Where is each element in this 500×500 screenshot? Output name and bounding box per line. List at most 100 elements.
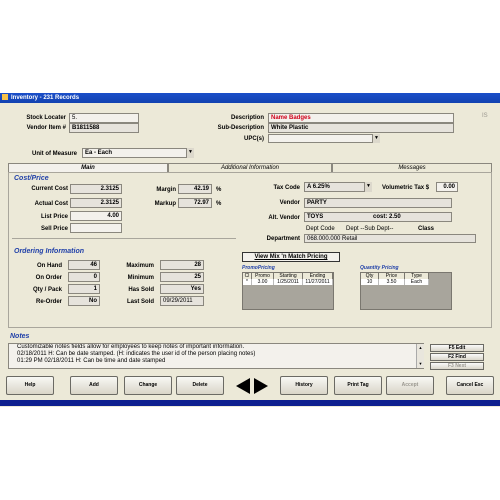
vendor-item-field[interactable]: B1811588 bbox=[69, 123, 139, 133]
volumetric-tax-field[interactable]: 0.00 bbox=[436, 182, 458, 192]
maximum-field[interactable]: 28 bbox=[160, 260, 204, 270]
next-record-arrow-icon[interactable] bbox=[254, 378, 268, 394]
promo-cell-starting: 1/25/2011 bbox=[274, 279, 303, 285]
qty-pack-label: Qty / Pack bbox=[32, 287, 62, 293]
bottom-band bbox=[0, 400, 500, 406]
list-price-label: List Price bbox=[40, 214, 68, 220]
alt-vendor-value: TOYS bbox=[307, 214, 324, 220]
list-price-field[interactable]: 4.00 bbox=[70, 211, 122, 221]
notes-title: Notes bbox=[10, 333, 30, 340]
sub-description-label: Sub-Description bbox=[217, 125, 264, 131]
delete-button[interactable]: Delete bbox=[176, 376, 224, 395]
qty-cell-type: Each bbox=[405, 279, 429, 285]
on-order-label: On Order bbox=[35, 275, 62, 281]
add-button[interactable]: Add bbox=[70, 376, 118, 395]
corner-mark: IS bbox=[482, 113, 488, 119]
navigation-arrows bbox=[236, 378, 268, 394]
department-field[interactable]: 068.000.000 Retail bbox=[304, 234, 476, 243]
app-icon bbox=[2, 94, 8, 100]
ordering-information-title: Ordering Information bbox=[14, 248, 84, 255]
margin-field[interactable]: 42.19 bbox=[178, 184, 212, 194]
promo-cell-promo: 3.00 bbox=[252, 279, 274, 285]
notes-scrollbar[interactable]: ▲ ▼ bbox=[416, 344, 424, 368]
notes-line-2: 02/18/2011 H: Can be date stamped. (H: i… bbox=[17, 351, 256, 357]
vendor-item-label: Vendor Item # bbox=[26, 125, 66, 131]
change-button[interactable]: Change bbox=[124, 376, 172, 395]
quantity-pricing-grid[interactable]: Qty Price Type 10 3.50 Each bbox=[360, 272, 452, 310]
alt-vendor-field[interactable]: TOYS cost: 2.50 bbox=[304, 212, 452, 222]
previous-record-arrow-icon[interactable] bbox=[236, 378, 250, 394]
has-sold-field[interactable]: Yes bbox=[160, 284, 204, 294]
unit-of-measure-select[interactable]: Ea - Each bbox=[82, 148, 194, 158]
title-bar: Inventory - 231 Records bbox=[0, 93, 500, 103]
history-button[interactable]: History bbox=[280, 376, 328, 395]
stock-locator-field[interactable]: 5. bbox=[69, 113, 139, 123]
has-sold-label: Has Sold bbox=[128, 287, 154, 293]
print-tag-button[interactable]: Print Tag bbox=[334, 376, 382, 395]
description-label: Description bbox=[230, 115, 264, 121]
tab-messages[interactable]: Messages bbox=[332, 163, 492, 172]
notes-textarea[interactable]: Customizable notes fields allow for empl… bbox=[8, 343, 424, 369]
description-field[interactable]: Name Badges bbox=[268, 113, 454, 123]
window-title: Inventory - 231 Records bbox=[11, 95, 80, 101]
promo-pricing-title: PromoPricing bbox=[242, 265, 275, 271]
notes-line-3: 01:29 PM 02/18/2011 H: Can be time and d… bbox=[17, 358, 166, 364]
tax-code-label: Tax Code bbox=[273, 185, 300, 191]
upc-label: UPC(s) bbox=[243, 136, 264, 142]
unit-of-measure-label: Unit of Measure bbox=[31, 151, 77, 157]
volumetric-tax-label: Volumetric Tax $ bbox=[382, 185, 430, 191]
cancel-esc-button[interactable]: Cancel Esc bbox=[446, 376, 494, 395]
upc-select[interactable] bbox=[268, 134, 380, 143]
on-hand-field[interactable]: 46 bbox=[68, 260, 100, 270]
alt-vendor-cost: cost: 2.50 bbox=[373, 214, 401, 220]
cost-divider bbox=[12, 238, 236, 239]
qty-pack-field[interactable]: 1 bbox=[68, 284, 100, 294]
current-cost-field[interactable]: 2.3125 bbox=[70, 184, 122, 194]
f5-edit-button[interactable]: F5 Edit bbox=[430, 344, 484, 352]
minimum-field[interactable]: 25 bbox=[160, 272, 204, 282]
reorder-label: Re-Order bbox=[35, 299, 62, 305]
markup-percent: % bbox=[216, 201, 222, 207]
alt-vendor-label: Alt. Vendor bbox=[268, 215, 300, 221]
actual-cost-label: Actual Cost bbox=[34, 201, 68, 207]
markup-label: Markup bbox=[154, 201, 176, 207]
tax-code-dropdown-arrow-icon[interactable]: ▼ bbox=[364, 182, 372, 192]
accept-button[interactable]: Accept bbox=[386, 376, 434, 395]
sub-description-field[interactable]: White Plastic bbox=[268, 123, 454, 133]
current-cost-label: Current Cost bbox=[31, 186, 68, 192]
reorder-field[interactable]: No bbox=[68, 296, 100, 306]
on-order-field[interactable]: 0 bbox=[68, 272, 100, 282]
vendor-label: Vendor bbox=[279, 200, 300, 206]
tab-additional-information[interactable]: Additional Information bbox=[168, 163, 332, 172]
vendor-field[interactable]: PARTY bbox=[304, 198, 452, 208]
notes-line-1: Customizable notes fields allow for empl… bbox=[17, 344, 245, 350]
promo-cell-cl: * bbox=[243, 279, 252, 285]
f2-find-button[interactable]: F2 Find bbox=[430, 353, 484, 361]
tax-code-select[interactable]: A 6.25% bbox=[304, 182, 372, 192]
class-header: Class bbox=[418, 226, 435, 232]
last-sold-field[interactable]: 09/29/2011 bbox=[160, 296, 204, 306]
f3-next-button[interactable]: F3 Next bbox=[430, 362, 484, 370]
maximum-label: Maximum bbox=[126, 263, 154, 269]
margin-percent: % bbox=[216, 187, 222, 193]
qty-cell-qty: 10 bbox=[361, 279, 379, 285]
promo-pricing-grid[interactable]: Cl Promo Starting Ending * 3.00 1/25/201… bbox=[242, 272, 334, 310]
last-sold-label: Last Sold bbox=[126, 299, 154, 305]
view-mix-match-button[interactable]: View Mix 'n Match Pricing bbox=[242, 252, 340, 262]
actual-cost-field[interactable]: 2.3125 bbox=[70, 198, 122, 208]
on-hand-label: On Hand bbox=[37, 263, 62, 269]
quantity-pricing-title: Quantity Pricing bbox=[360, 265, 399, 271]
markup-field[interactable]: 72.97 bbox=[178, 198, 212, 208]
dept-sub-header: Dept --Sub Dept-- bbox=[346, 226, 394, 232]
unit-dropdown-arrow-icon[interactable]: ▼ bbox=[186, 148, 194, 158]
qty-cell-price: 3.50 bbox=[379, 279, 405, 285]
upc-dropdown-arrow-icon[interactable]: ▼ bbox=[372, 134, 380, 143]
minimum-label: Minimum bbox=[127, 275, 154, 281]
margin-label: Margin bbox=[156, 187, 176, 193]
dept-code-header: Dept Code bbox=[306, 226, 335, 232]
sell-price-field[interactable] bbox=[70, 223, 122, 233]
help-button[interactable]: Help bbox=[6, 376, 54, 395]
stock-locator-label: Stock Locater bbox=[26, 115, 66, 121]
tab-main[interactable]: Main bbox=[8, 163, 168, 172]
inventory-window: Inventory - 231 Records Stock Locater 5.… bbox=[0, 93, 500, 407]
